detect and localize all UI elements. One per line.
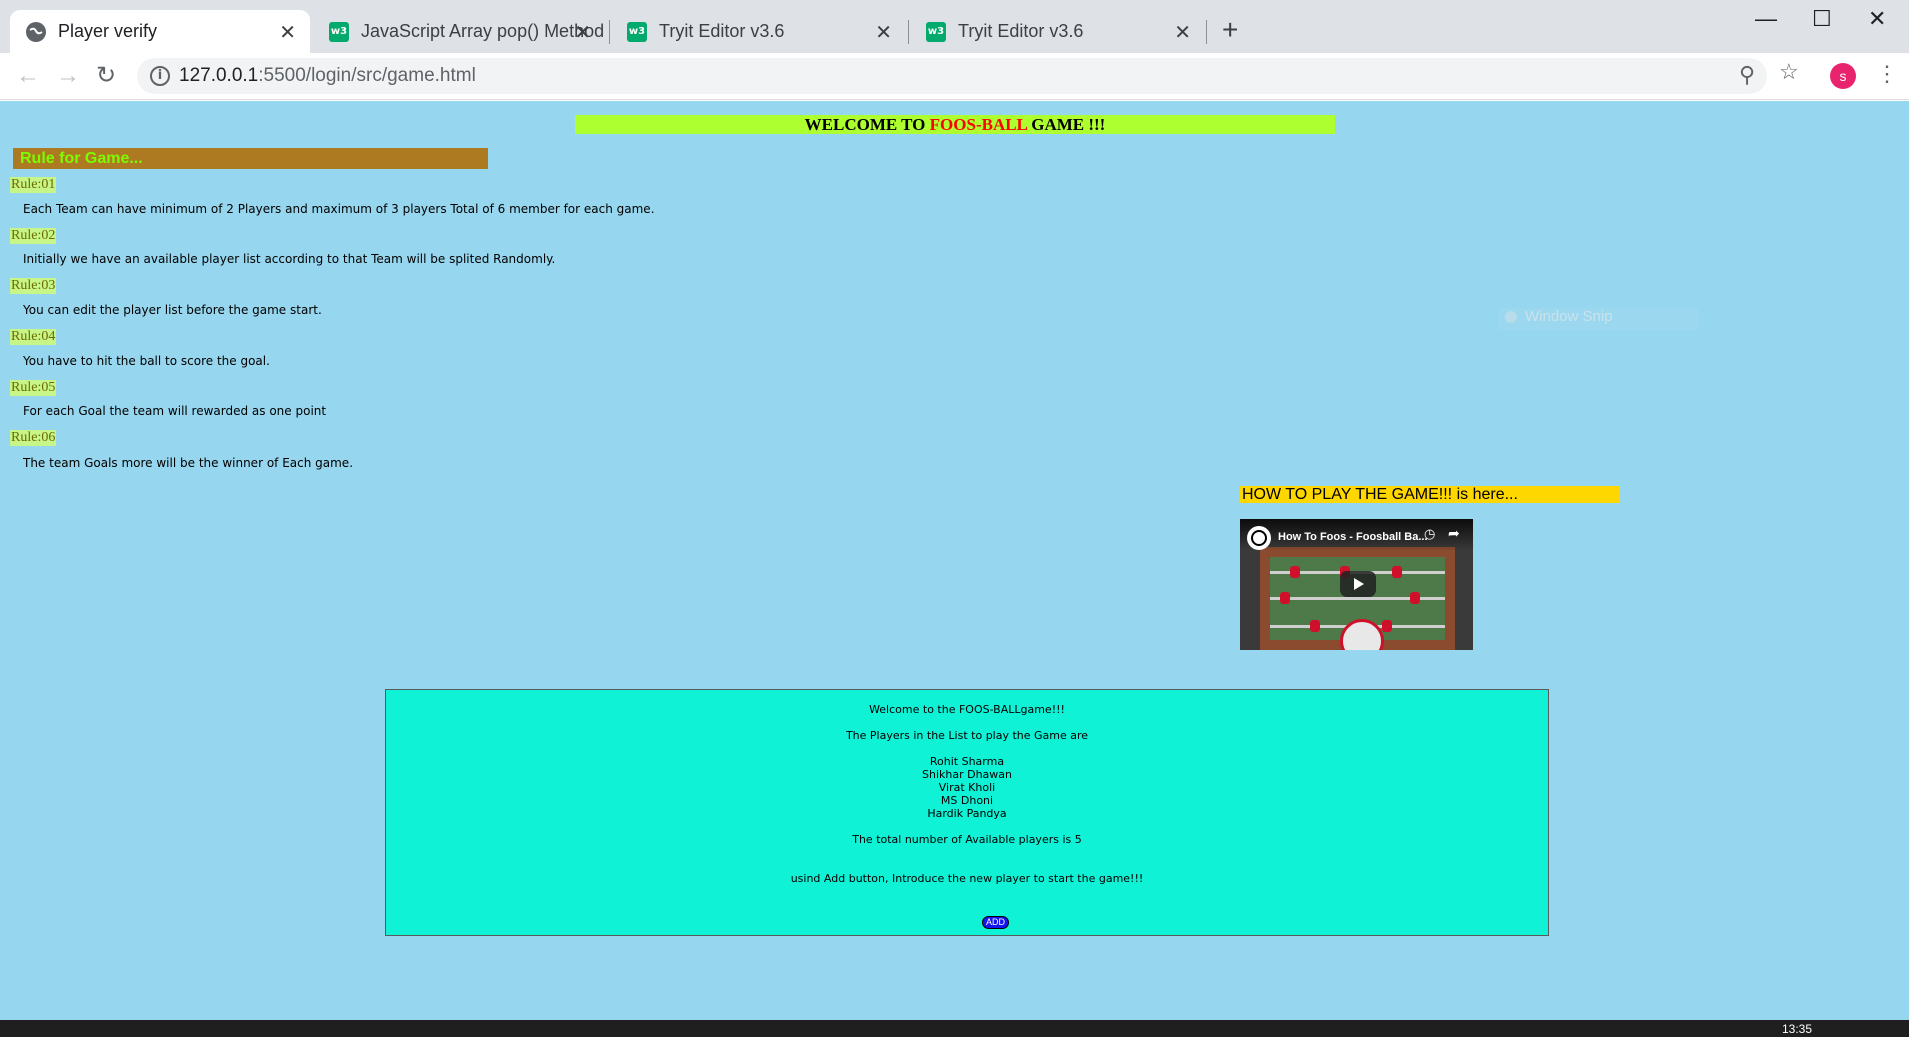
rule-text: For each Goal the team will rewarded as … <box>23 404 327 418</box>
total-players-text: The total number of Available players is… <box>852 833 1082 846</box>
rule-text: Initially we have an available player li… <box>23 252 556 266</box>
close-icon[interactable]: ✕ <box>279 20 296 45</box>
rule-label: Rule:04 <box>10 329 57 345</box>
forward-icon[interactable]: → <box>56 61 80 91</box>
game-welcome-text: Welcome to the FOOS-BALLgame!!! <box>869 703 1065 716</box>
foosman <box>1290 566 1300 578</box>
channel-avatar[interactable] <box>1247 526 1271 550</box>
back-icon[interactable]: ← <box>16 61 40 91</box>
share-icon[interactable]: ➦ <box>1448 525 1460 542</box>
rule-text: Each Team can have minimum of 2 Players … <box>23 202 655 216</box>
browser-toolbar: ← → ↻ i 127.0.0.1:5500/login/src/game.ht… <box>0 53 1909 100</box>
avatar[interactable]: s <box>1830 63 1856 89</box>
rule-text: The team Goals more will be the winner o… <box>23 456 354 470</box>
window-snip-overlay: Window Snip <box>1499 308 1699 330</box>
player-name: Rohit Sharma <box>929 755 1005 768</box>
play-button[interactable] <box>1340 571 1376 597</box>
tab-array-pop[interactable]: w3 JavaScript Array pop() Method ✕ <box>313 10 605 53</box>
w3-icon: w3 <box>329 21 349 42</box>
rule-text: You have to hit the ball to score the go… <box>23 354 270 368</box>
os-taskbar: 13:35 <box>0 1020 1909 1037</box>
players-intro-text: The Players in the List to play the Game… <box>845 729 1089 742</box>
maximize-icon[interactable]: ☐ <box>1812 6 1832 32</box>
watch-later-icon[interactable]: ◷ <box>1424 526 1435 542</box>
player-name: Hardik Pandya <box>927 807 1007 820</box>
tab-title: Tryit Editor v3.6 <box>958 21 1084 41</box>
rule-label: Rule:03 <box>10 278 57 294</box>
page-content: WELCOME TO FOOS-BALL GAME !!! Rule for G… <box>0 101 1909 1020</box>
welcome-highlight: FOOS-BALL <box>929 115 1027 134</box>
url-path: :5500/login/src/game.html <box>258 65 476 86</box>
foosman <box>1392 566 1402 578</box>
rules-header: Rule for Game... <box>13 148 488 169</box>
welcome-prefix: WELCOME TO <box>804 115 930 134</box>
taskbar-clock: 13:35 <box>1782 1022 1813 1036</box>
player-list-panel: Welcome to the FOOS-BALLgame!!! The Play… <box>385 689 1549 936</box>
url-text[interactable]: 127.0.0.1:5500/login/src/game.html <box>179 65 476 87</box>
close-icon[interactable]: ✕ <box>574 20 591 45</box>
snip-label: Window Snip <box>1525 308 1613 325</box>
instruction-text: usind Add button, Introduce the new play… <box>790 872 1144 885</box>
url-host: 127.0.0.1 <box>179 65 259 86</box>
tab-separator <box>1206 20 1207 44</box>
foosman <box>1410 592 1420 604</box>
rule-label: Rule:05 <box>10 380 57 396</box>
globe-icon <box>26 21 46 42</box>
tab-title: Tryit Editor v3.6 <box>659 21 785 41</box>
new-tab-icon[interactable]: + <box>1222 16 1238 44</box>
player-name: Shikhar Dhawan <box>921 768 1012 781</box>
page-title: WELCOME TO FOOS-BALL GAME !!! <box>575 115 1335 134</box>
w3-icon: w3 <box>627 21 647 42</box>
reload-icon[interactable]: ↻ <box>96 61 116 91</box>
tab-tryit-editor-2[interactable]: w3 Tryit Editor v3.6 ✕ <box>910 10 1205 53</box>
video-embed[interactable]: How To Foos - Foosball Ba... ◷ ➦ <box>1240 519 1473 650</box>
menu-dots-icon[interactable]: ⋮ <box>1876 61 1898 87</box>
rule-label: Rule:02 <box>10 228 57 244</box>
rule-label: Rule:01 <box>10 177 57 193</box>
tab-player-verify[interactable]: Player verify ✕ <box>10 10 310 53</box>
window-close-icon[interactable]: ✕ <box>1868 6 1886 32</box>
address-bar[interactable]: i 127.0.0.1:5500/login/src/game.html ⚲ <box>137 58 1767 94</box>
snip-dot-icon <box>1505 311 1517 324</box>
tab-tryit-editor-1[interactable]: w3 Tryit Editor v3.6 ✕ <box>611 10 906 53</box>
tab-title: JavaScript Array pop() Method <box>361 21 605 41</box>
close-icon[interactable]: ✕ <box>875 20 892 45</box>
tab-strip: Player verify ✕ w3 JavaScript Array pop(… <box>0 0 1909 53</box>
welcome-suffix: GAME !!! <box>1026 115 1106 134</box>
player-name: MS Dhoni <box>940 794 994 807</box>
w3-icon: w3 <box>926 21 946 42</box>
rule-label: Rule:06 <box>10 430 57 446</box>
tab-title: Player verify <box>58 21 158 41</box>
tab-separator <box>908 20 909 44</box>
add-player-button[interactable]: ADD <box>982 916 1009 929</box>
info-icon[interactable]: i <box>150 66 170 86</box>
bookmark-star-icon[interactable]: ☆ <box>1779 59 1799 85</box>
player-name: Virat Kholi <box>938 781 996 794</box>
close-icon[interactable]: ✕ <box>1174 20 1191 45</box>
howto-heading: HOW TO PLAY THE GAME!!! is here... <box>1240 486 1620 503</box>
tab-separator <box>609 20 610 44</box>
foosman <box>1310 620 1320 632</box>
minimize-icon[interactable]: — <box>1755 6 1777 32</box>
rule-text: You can edit the player list before the … <box>23 303 322 317</box>
video-title[interactable]: How To Foos - Foosball Ba... <box>1278 531 1428 543</box>
foosman <box>1280 592 1290 604</box>
zoom-icon[interactable]: ⚲ <box>1739 62 1755 88</box>
foosman <box>1382 620 1392 632</box>
